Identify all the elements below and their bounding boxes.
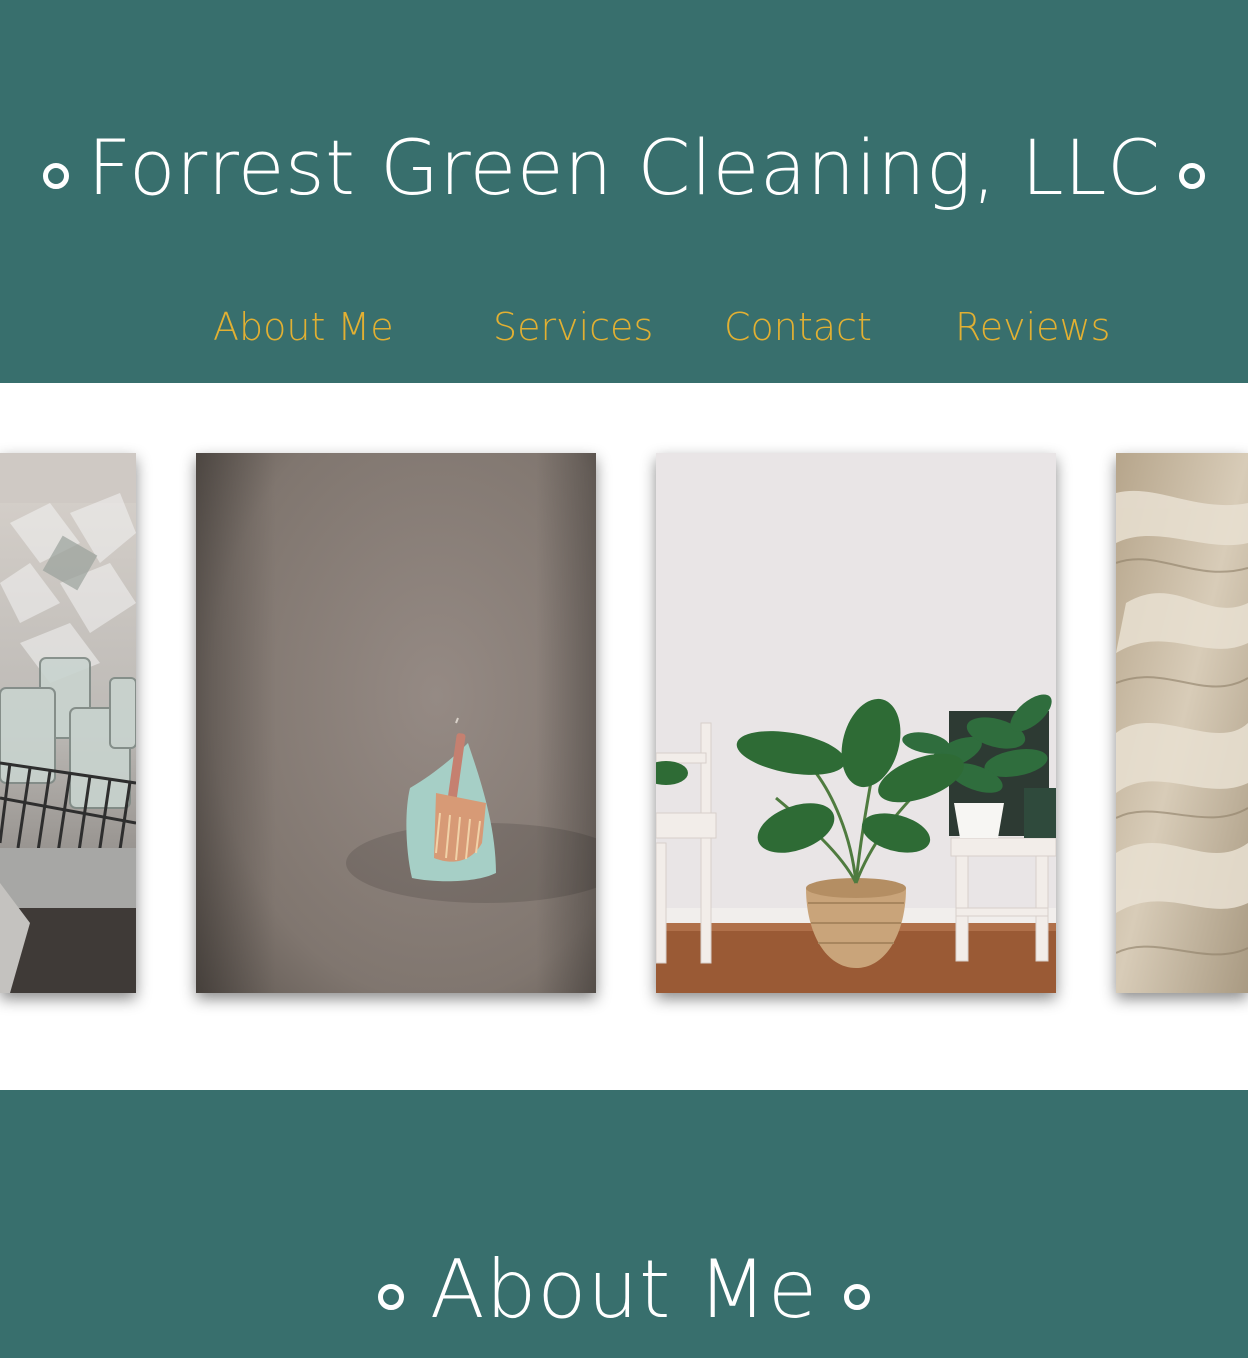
main-nav: About Me Services Contact Reviews: [0, 300, 1248, 356]
site-title-text: Forrest Green Cleaning, LLC: [87, 123, 1161, 212]
ring-ornament-icon: [377, 1284, 404, 1310]
nav-link-reviews[interactable]: Reviews: [955, 308, 1110, 346]
about-section: About Me: [0, 1090, 1248, 1358]
about-heading: About Me: [0, 1240, 1248, 1340]
plants-photo-image: [656, 453, 1056, 993]
ring-ornament-icon: [1178, 163, 1205, 189]
gallery-photo-linens[interactable]: [1116, 453, 1248, 993]
glasses-photo-image: [0, 453, 136, 993]
ring-ornament-icon: [844, 1284, 871, 1310]
dustpan-photo-image: [196, 453, 596, 993]
nav-link-services[interactable]: Services: [493, 308, 653, 346]
nav-link-contact[interactable]: Contact: [724, 308, 872, 346]
linens-photo-image: [1116, 453, 1248, 993]
site-title: Forrest Green Cleaning, LLC: [0, 118, 1248, 218]
gallery-photo-dustpan[interactable]: [196, 453, 596, 993]
photo-gallery: [0, 383, 1248, 1090]
gallery-photo-glasses[interactable]: [0, 453, 136, 993]
site-header: Forrest Green Cleaning, LLC About Me Ser…: [0, 0, 1248, 383]
nav-link-about-me[interactable]: About Me: [213, 308, 394, 346]
gallery-photo-plants[interactable]: [656, 453, 1056, 993]
about-heading-text: About Me: [429, 1243, 819, 1336]
ring-ornament-icon: [43, 163, 70, 189]
